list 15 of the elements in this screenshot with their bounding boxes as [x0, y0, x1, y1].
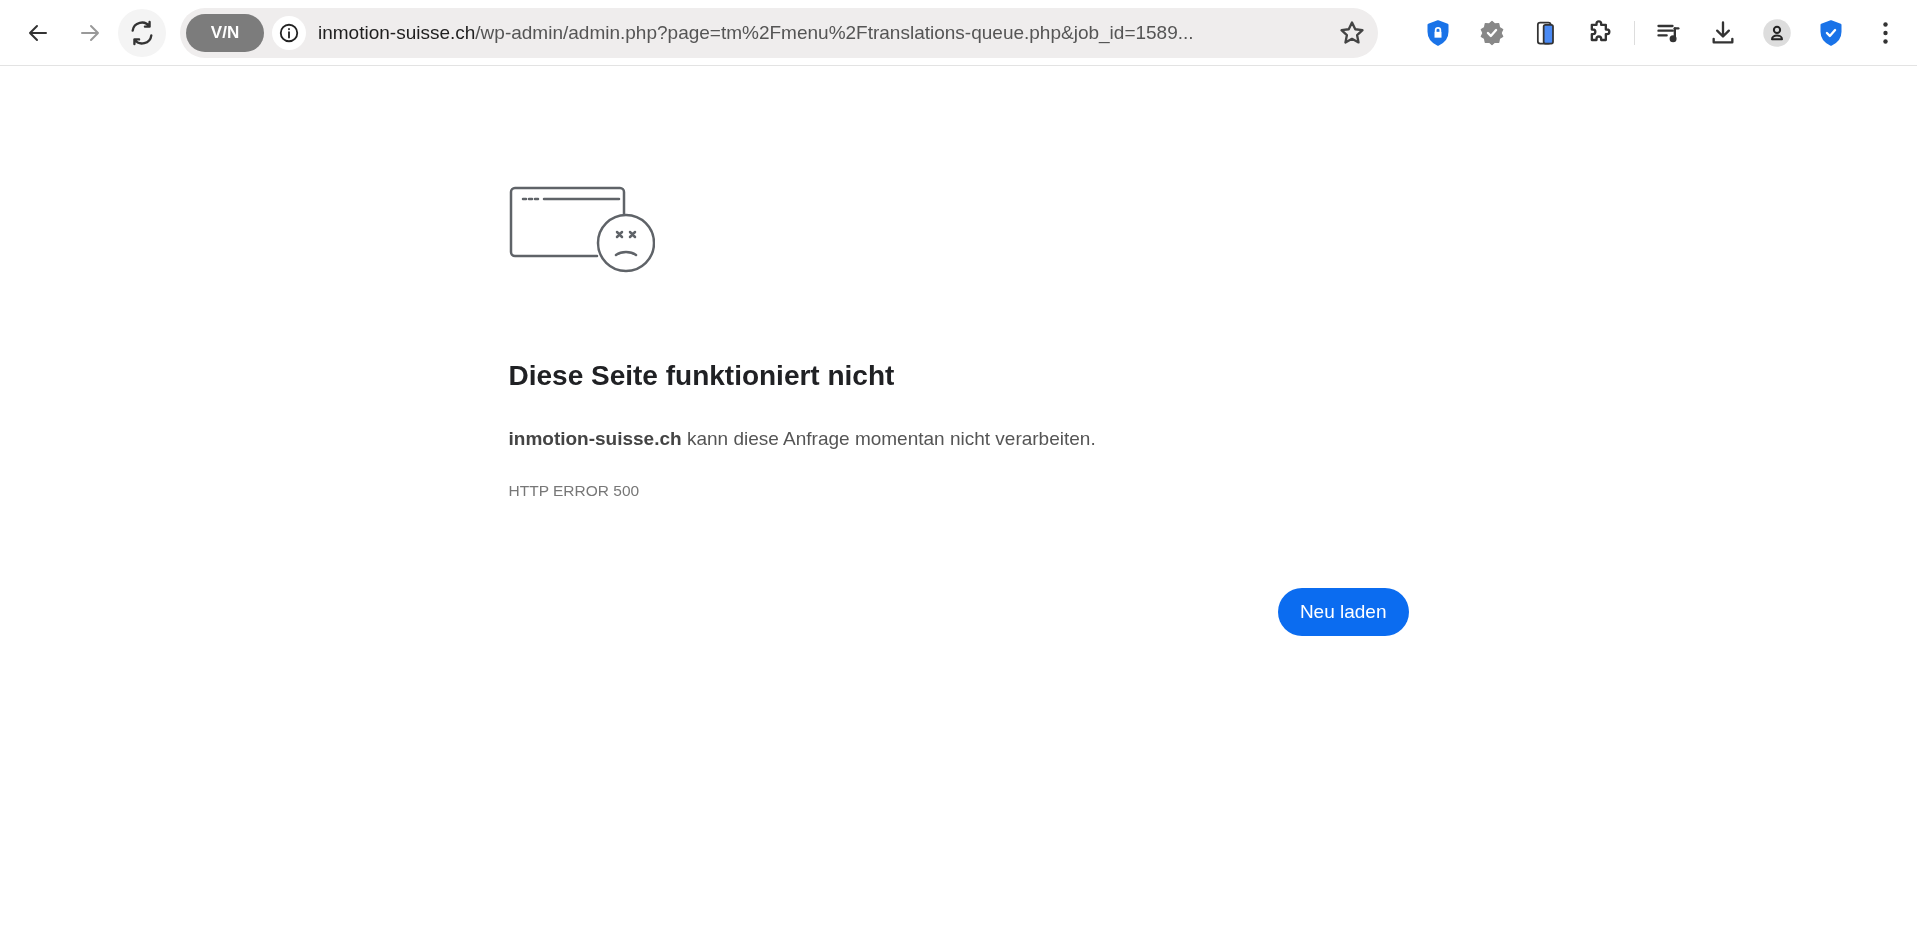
site-info-button[interactable] [272, 15, 306, 50]
url-text: inmotion-suisse.ch/wp-admin/admin.php?page=tm%2Fmenu%2Ftranslations-queue.php&job_id=1589... [317, 21, 1195, 44]
star-icon [1338, 18, 1366, 47]
reload-button[interactable] [118, 8, 166, 57]
error-code: HTTP ERROR 500 [508, 482, 641, 500]
address-bar[interactable]: V/N inmotion-suisse.ch/wp-admin/admin.php?page=tm%2Fmenu%2Ftranslations-queue.php&job_id=1589... [180, 7, 1378, 58]
error-heading: Diese Seite funktioniert nicht [508, 360, 896, 392]
avatar-icon [1762, 17, 1792, 48]
error-message: inmotion-suisse.ch kann diese Anfrage momentan nicht verarbeiten. [508, 428, 1097, 450]
verified-badge-icon [1478, 18, 1506, 47]
reload-page-button[interactable]: Neu laden [1277, 588, 1409, 636]
vpn-badge[interactable]: V/N [186, 13, 264, 52]
info-icon [278, 21, 300, 44]
menu-icon [1882, 21, 1888, 44]
broken-page-icon [508, 186, 655, 274]
